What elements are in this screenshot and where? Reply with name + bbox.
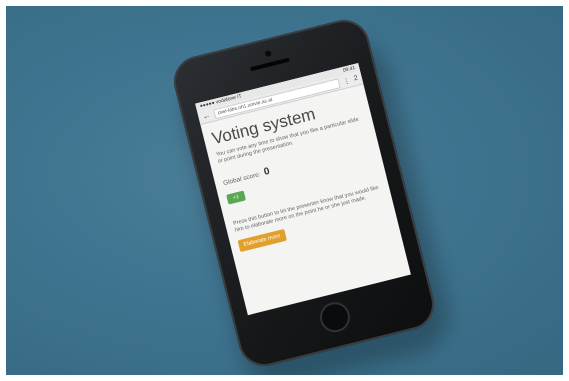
speaker-grille [249,57,290,72]
photo-background: ●●●●● vodafone IT 09:41 ← piwi-labs.nh1.… [6,6,563,375]
smartphone: ●●●●● vodafone IT 09:41 ← piwi-labs.nh1.… [168,14,440,372]
menu-icon[interactable]: ⋮ [342,76,351,85]
tabs-icon[interactable]: 2 [353,75,358,83]
vote-plus-one-button[interactable]: +1 [226,190,247,205]
front-camera-icon [264,49,272,58]
back-arrow-icon[interactable]: ← [201,110,211,121]
home-button[interactable] [316,299,354,336]
score-label: Global score: [222,171,262,188]
elaborate-more-button[interactable]: Elaborate more [237,228,287,253]
phone-screen: ●●●●● vodafone IT 09:41 ← piwi-labs.nh1.… [195,63,411,316]
score-value: 0 [262,165,271,178]
elaborate-explanation: Press this button to let the presenter k… [232,184,380,234]
